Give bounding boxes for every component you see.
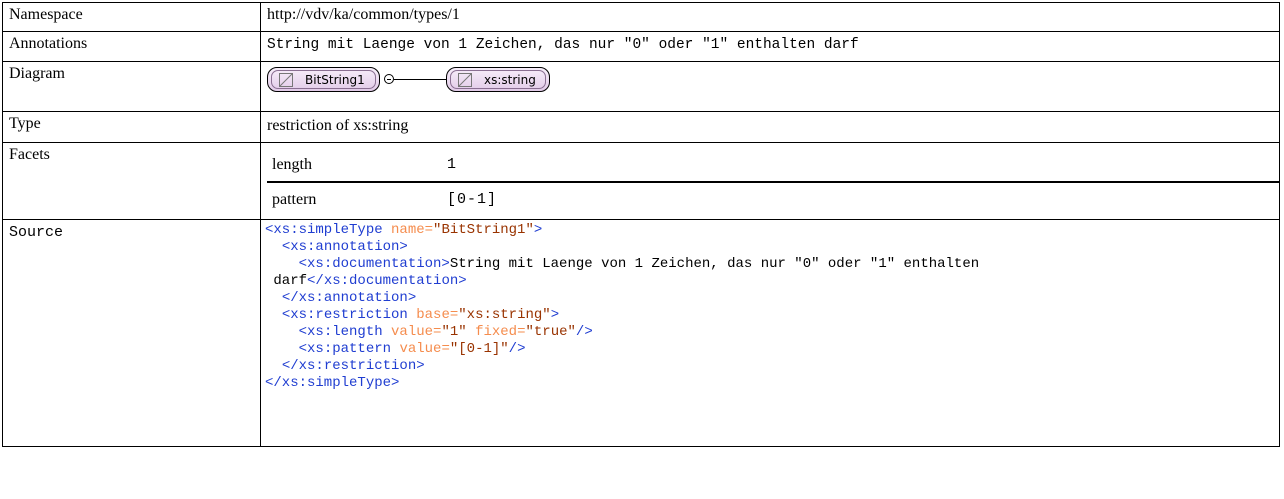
diagram-node-bitstring1[interactable]: BitString1	[267, 67, 380, 92]
diagram-node-xs-string[interactable]: xs:string	[446, 67, 550, 92]
namespace-value: http://vdv/ka/common/types/1	[267, 6, 460, 23]
facet-value: 1	[447, 156, 458, 173]
source-label: Source	[3, 220, 261, 446]
facet-name: pattern	[272, 190, 317, 208]
type-row: Type restriction of xs:string	[3, 112, 1279, 143]
facet-row: pattern [0-1]	[267, 183, 1273, 216]
annotation-value: String mit Laenge von 1 Zeichen, das nur…	[267, 37, 859, 53]
type-value: restriction of xs:string	[267, 117, 409, 134]
diagram-label: Diagram	[3, 62, 261, 111]
facets-label: Facets	[3, 143, 261, 219]
connector-circle-icon	[384, 74, 394, 84]
connector-line	[394, 79, 446, 81]
schema-doc-table: Namespace http://vdv/ka/common/types/1 A…	[2, 2, 1280, 447]
simple-type-triangle-icon	[279, 72, 293, 87]
simple-type-triangle-icon	[458, 72, 472, 87]
diagram-row: Diagram BitString1 xs:string	[3, 62, 1279, 112]
diagram-node-label: xs:string	[484, 72, 536, 87]
diagram-area: BitString1 xs:string	[261, 62, 1279, 111]
facet-row: length 1	[267, 148, 1279, 183]
facet-name: length	[272, 155, 312, 173]
namespace-row: Namespace http://vdv/ka/common/types/1	[3, 3, 1279, 32]
annotations-row: Annotations String mit Laenge von 1 Zeic…	[3, 32, 1279, 62]
source-code: <xs:simpleType name="BitString1"> <xs:an…	[265, 222, 980, 391]
facets-row: Facets length 1 pattern [0-1]	[3, 143, 1279, 220]
facets-table: length 1 pattern [0-1]	[261, 143, 1279, 219]
type-label: Type	[3, 112, 261, 142]
facet-value: [0-1]	[447, 191, 498, 208]
annotations-label: Annotations	[3, 32, 261, 61]
namespace-label: Namespace	[3, 3, 261, 31]
diagram-node-label: BitString1	[305, 72, 365, 87]
source-row: Source <xs:simpleType name="BitString1">…	[3, 220, 1279, 447]
